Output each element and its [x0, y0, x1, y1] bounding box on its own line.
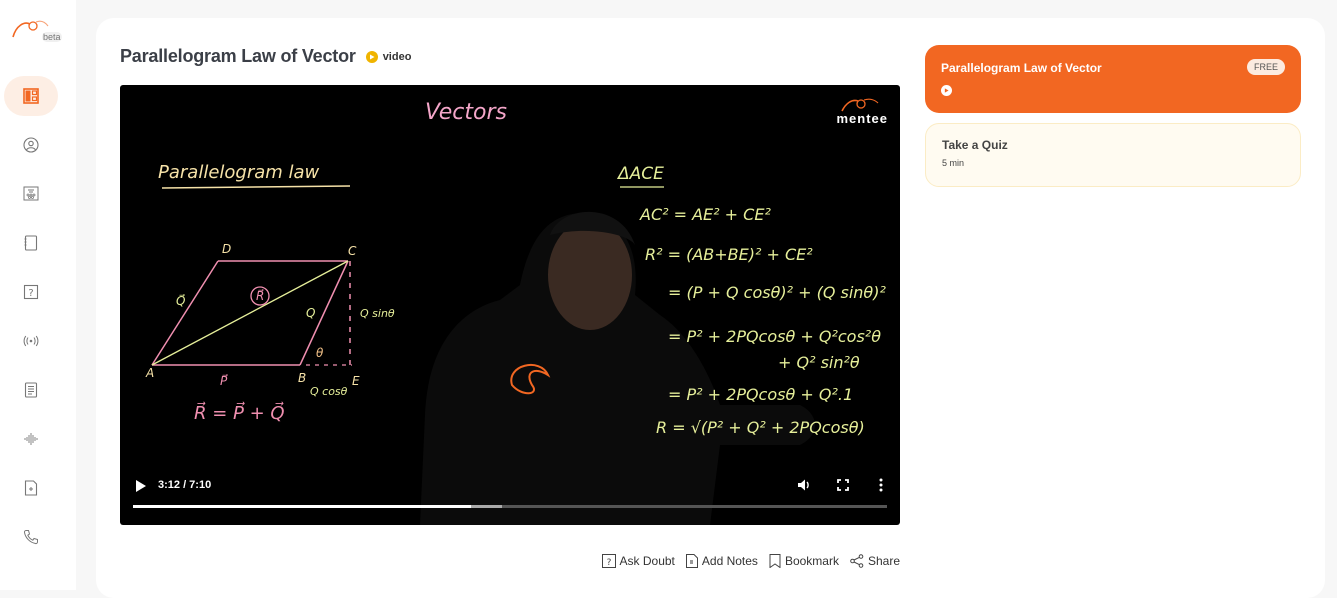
sidebar-nav: ? [4, 76, 58, 566]
video-player[interactable]: Vectors Parallelogram law D C A B E Q⃗ R… [120, 85, 900, 525]
volume-icon[interactable] [796, 477, 812, 493]
share-icon [850, 554, 864, 568]
play-circle-icon [365, 50, 378, 63]
bookmark-button[interactable]: Bookmark [769, 554, 839, 568]
bookmark-label: Bookmark [784, 554, 839, 568]
share-label: Share [867, 554, 900, 568]
derivation-line-3: = (P + Q cosθ)² + (Q sinθ)² [668, 283, 886, 302]
video-frame: Vectors Parallelogram law D C A B E Q⃗ R… [145, 98, 886, 525]
vector-label-r: R⃗ [256, 289, 264, 303]
sidebar-item-doubts[interactable]: ? [4, 272, 58, 312]
ask-doubt-label: Ask Doubt [619, 554, 675, 568]
sidebar-item-profile[interactable] [4, 125, 58, 165]
sidebar-item-audio[interactable] [4, 419, 58, 459]
playlist-item-title: Parallelogram Law of Vector [941, 61, 1102, 75]
add-notes-label: Add Notes [701, 554, 758, 568]
formula-left: R⃗ = P⃗ + Q⃗ [194, 402, 285, 424]
free-badge: FREE [1246, 59, 1285, 75]
sidebar-item-live[interactable] [4, 321, 58, 361]
board-heading: Vectors [425, 100, 507, 125]
video-controls: 3:12 / 7:10 [120, 465, 900, 525]
video-brand-watermark: mentee [836, 111, 888, 126]
sidebar-item-classroom[interactable] [4, 174, 58, 214]
beta-badge: beta [42, 32, 62, 42]
lesson-actions: ? Ask Doubt Add Notes Bookmark Share [591, 554, 900, 568]
video-progress-bar[interactable] [133, 505, 887, 508]
dashboard-icon [23, 88, 39, 104]
sidebar-item-contact[interactable] [4, 517, 58, 557]
ask-doubt-button[interactable]: ? Ask Doubt [601, 554, 675, 568]
quiz-duration: 5 min [942, 158, 965, 168]
note-icon [685, 554, 698, 568]
play-circle-icon [941, 85, 952, 96]
user-circle-icon [23, 137, 39, 153]
vertex-label-c: C [348, 244, 357, 258]
fullscreen-icon[interactable] [835, 477, 851, 493]
audio-wave-icon [24, 433, 38, 445]
derivation-line-2: R² = (AB+BE)² + CE² [645, 245, 813, 264]
svg-text:?: ? [606, 558, 611, 568]
sidebar-item-dashboard[interactable] [4, 76, 58, 116]
angle-label-theta: θ [316, 346, 324, 360]
svg-text:?: ? [28, 288, 33, 299]
phone-icon [23, 530, 38, 545]
share-button[interactable]: Share [850, 554, 900, 568]
vertex-label-b: B [298, 371, 306, 385]
vector-label-q: Q⃗ [176, 294, 185, 308]
vector-label-p: P⃗ [220, 374, 228, 388]
more-options-icon[interactable] [873, 477, 889, 493]
triangle-label: ΔACE [616, 164, 664, 184]
lesson-playlist: Parallelogram Law of Vector FREE Take a … [925, 45, 1301, 187]
notebook-icon [24, 235, 38, 251]
vertex-label-e: E [352, 374, 360, 388]
question-icon: ? [23, 284, 39, 300]
lesson-header: Parallelogram Law of Vector video [120, 46, 411, 67]
document-icon [24, 382, 38, 398]
side-label-qcos: Q cosθ [310, 385, 348, 398]
playlist-item-active[interactable]: Parallelogram Law of Vector FREE [925, 45, 1301, 113]
derivation-line-1: AC² = AE² + CE² [639, 205, 771, 224]
side-label-q: Q [306, 306, 315, 320]
play-button[interactable] [134, 478, 148, 494]
derivation-line-7: R = √(P² + Q² + 2PQcosθ) [656, 418, 865, 437]
progress-played [133, 505, 471, 508]
video-time: 3:12 / 7:10 [158, 479, 212, 491]
file-plus-icon [24, 480, 38, 496]
classroom-icon [23, 186, 39, 201]
page-title: Parallelogram Law of Vector [120, 46, 356, 66]
sidebar-item-add-file[interactable] [4, 468, 58, 508]
derivation-line-6: = P² + 2PQcosθ + Q².1 [668, 385, 853, 404]
sidebar: beta ? [0, 0, 76, 590]
board-left-title: Parallelogram law [158, 162, 320, 183]
quiz-title: Take a Quiz [942, 138, 1008, 152]
sidebar-item-notes[interactable] [4, 370, 58, 410]
vertex-label-a: A [145, 366, 154, 380]
playlist-item-quiz[interactable]: Take a Quiz 5 min [925, 123, 1301, 187]
content-type-label: video [382, 50, 412, 63]
side-label-qsin: Q sinθ [360, 307, 395, 320]
bookmark-icon [769, 554, 781, 568]
sidebar-item-notebook[interactable] [4, 223, 58, 263]
logo[interactable]: beta [12, 18, 62, 46]
content-type-badge: video [365, 50, 412, 63]
derivation-line-4: = P² + 2PQcosθ + Q²cos²θ [668, 327, 881, 346]
question-box-icon: ? [601, 554, 616, 568]
add-notes-button[interactable]: Add Notes [685, 554, 758, 568]
mentee-watermark-icon [841, 98, 879, 112]
vertex-label-d: D [222, 242, 231, 256]
derivation-line-5: + Q² sin²θ [778, 353, 860, 372]
broadcast-icon [23, 335, 39, 347]
